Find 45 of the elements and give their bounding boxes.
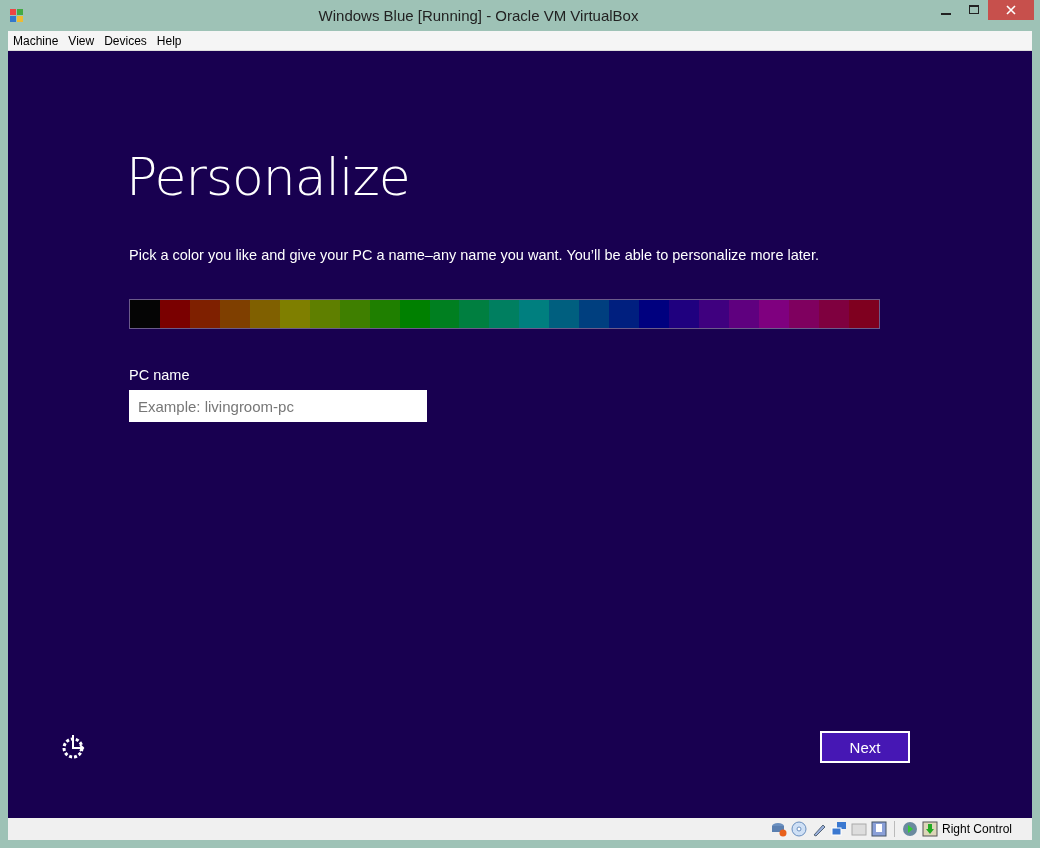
minimize-icon	[941, 12, 951, 15]
color-swatch[interactable]	[219, 300, 250, 328]
color-swatch[interactable]	[489, 300, 520, 328]
hard-disk-icon[interactable]	[770, 821, 787, 837]
color-swatch[interactable]	[339, 300, 370, 328]
pc-name-field[interactable]: Example: livingroom-pc	[129, 390, 427, 422]
color-swatch[interactable]	[189, 300, 220, 328]
color-swatch[interactable]	[729, 300, 759, 328]
app-icon	[9, 7, 25, 24]
optical-disc-icon[interactable]	[790, 821, 807, 837]
color-swatch[interactable]	[788, 300, 819, 328]
color-swatch[interactable]	[579, 300, 610, 328]
accessibility-icon[interactable]	[61, 734, 87, 760]
color-swatch[interactable]	[399, 300, 430, 328]
network-icon[interactable]	[830, 821, 847, 837]
menu-item[interactable]: Help	[151, 33, 187, 48]
color-swatch[interactable]	[699, 300, 730, 328]
host-key-label: Right Control	[941, 822, 1012, 836]
menu-item[interactable]: View	[63, 33, 100, 48]
color-swatch[interactable]	[639, 300, 670, 328]
color-swatch[interactable]	[759, 300, 789, 328]
next-button[interactable]: Next	[820, 731, 910, 763]
color-swatch[interactable]	[459, 300, 490, 328]
description-text: Pick a color you like and give your PC a name–any name you want. You’ll be able to personalize more later.	[129, 247, 819, 263]
menu-item[interactable]: Machine	[8, 33, 64, 48]
menu-item[interactable]: Devices	[99, 33, 152, 48]
field-label: PC name	[129, 367, 190, 383]
color-swatch[interactable]	[249, 300, 280, 328]
close-icon	[1006, 5, 1016, 15]
maximize-icon	[969, 5, 979, 15]
page-heading: Personalize	[126, 147, 410, 207]
color-swatch[interactable]	[279, 300, 310, 328]
window-title: Windows Blue [Running] - Oracle VM VirtualBox	[317, 7, 640, 24]
color-swatch[interactable]	[130, 300, 160, 328]
color-swatch[interactable]	[429, 300, 460, 328]
color-swatch[interactable]	[369, 300, 400, 328]
color-swatch[interactable]	[818, 300, 849, 328]
color-swatch[interactable]	[669, 300, 700, 328]
color-swatch[interactable]	[309, 300, 340, 328]
display-icon[interactable]	[870, 821, 887, 837]
color-swatch[interactable]	[519, 300, 550, 328]
color-swatch[interactable]	[848, 300, 879, 328]
color-swatch[interactable]	[609, 300, 640, 328]
color-swatch[interactable]	[549, 300, 580, 328]
color-swatch[interactable]	[159, 300, 190, 328]
